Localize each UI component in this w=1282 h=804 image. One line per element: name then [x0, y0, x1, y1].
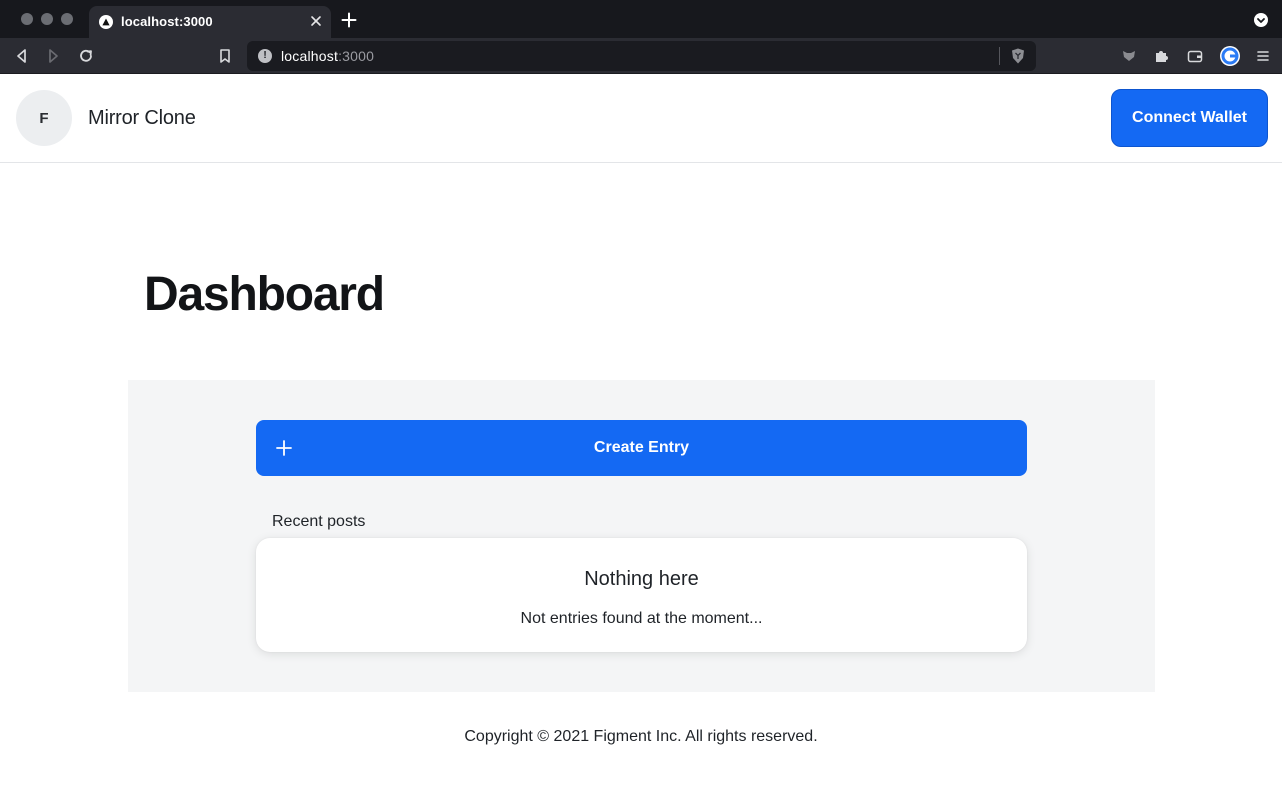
address-bar-divider	[999, 47, 1000, 65]
triangle-favicon-icon	[99, 15, 113, 29]
create-entry-label: Create Entry	[593, 439, 690, 456]
site-info-icon[interactable]: !	[258, 49, 272, 63]
tab-title: localhost:3000	[121, 14, 213, 29]
puzzle-extensions-icon[interactable]	[1152, 47, 1170, 65]
empty-state-title: Nothing here	[584, 568, 699, 590]
page-title: Dashboard	[144, 268, 385, 321]
footer-copyright: Copyright © 2021 Figment Inc. All rights…	[464, 728, 818, 745]
plus-icon[interactable]	[341, 12, 357, 28]
browser-tab-bar: localhost:3000	[0, 0, 1282, 38]
profile-avatar-icon[interactable]	[1219, 45, 1241, 67]
fox-extension-icon[interactable]	[1120, 47, 1138, 65]
window-close-dot[interactable]	[21, 13, 33, 25]
bookmark-icon[interactable]	[216, 47, 234, 65]
reload-icon[interactable]	[77, 47, 95, 65]
empty-state-card: Nothing here Not entries found at the mo…	[256, 538, 1027, 652]
wallet-icon[interactable]	[1186, 47, 1204, 65]
browser-tab[interactable]: localhost:3000	[89, 6, 331, 38]
back-arrow-icon[interactable]	[13, 47, 31, 65]
tab-list-chevron-icon[interactable]	[1254, 13, 1268, 27]
create-entry-button[interactable]: Create Entry	[256, 420, 1027, 476]
brave-shield-icon[interactable]	[1009, 47, 1027, 65]
close-icon[interactable]	[309, 14, 323, 28]
url-text[interactable]: localhost:3000	[281, 48, 374, 64]
page: F Mirror Clone Connect Wallet Dashboard …	[0, 74, 1282, 804]
menu-icon[interactable]	[1254, 47, 1272, 65]
recent-posts-heading: Recent posts	[272, 513, 366, 530]
url-host: localhost	[281, 48, 339, 64]
browser-toolbar: ! localhost:3000	[0, 38, 1282, 74]
window-minimize-dot[interactable]	[41, 13, 53, 25]
window-zoom-dot[interactable]	[61, 13, 73, 25]
forward-arrow-icon[interactable]	[44, 47, 62, 65]
site-header: F Mirror Clone Connect Wallet	[0, 74, 1282, 163]
avatar[interactable]: F	[16, 90, 72, 146]
address-bar[interactable]: ! localhost:3000	[247, 41, 1036, 71]
connect-wallet-button[interactable]: Connect Wallet	[1111, 89, 1268, 147]
empty-state-message: Not entries found at the moment...	[520, 610, 763, 627]
url-port: :3000	[338, 48, 375, 64]
site-title[interactable]: Mirror Clone	[88, 107, 196, 130]
dashboard-panel: Create Entry Recent posts Nothing here N…	[128, 380, 1155, 692]
